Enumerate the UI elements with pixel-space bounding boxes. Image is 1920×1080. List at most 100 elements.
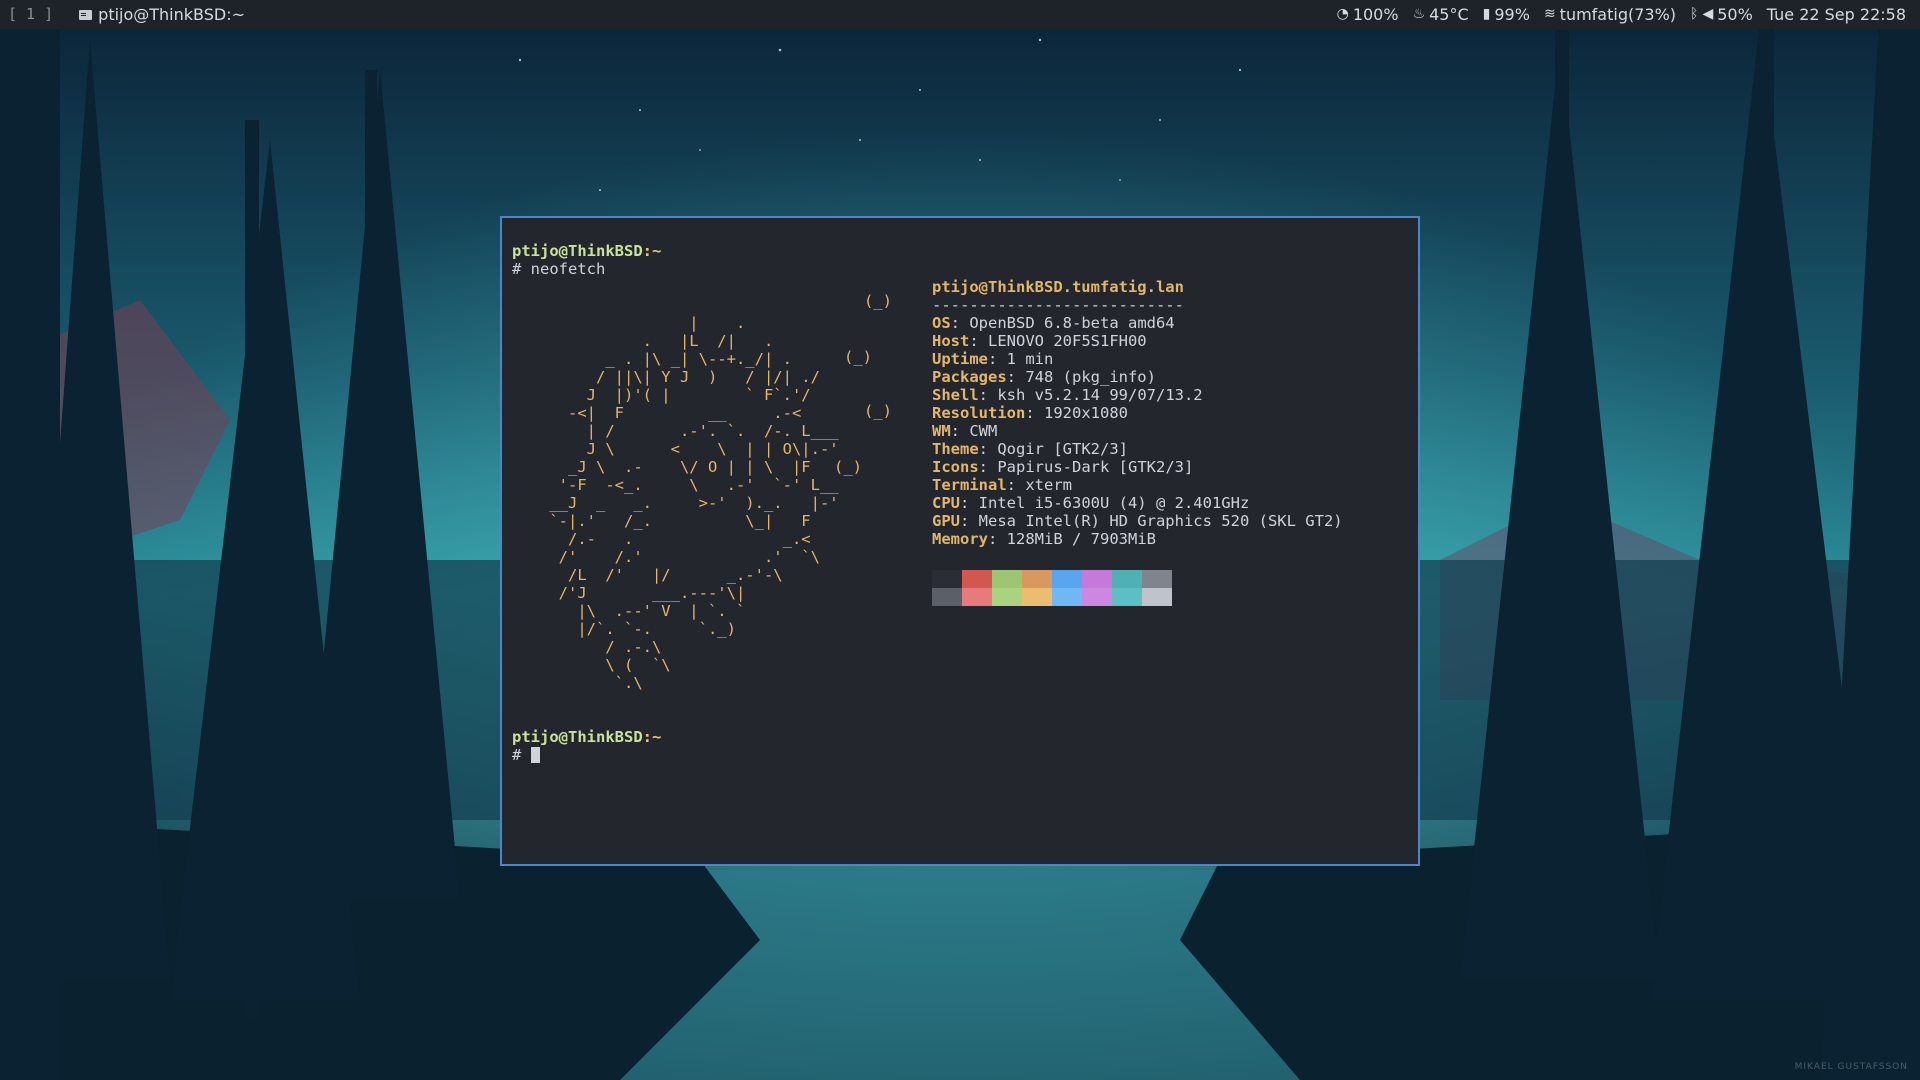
- active-window-title[interactable]: ptijo@ThinkBSD:~: [98, 0, 245, 29]
- info-key: Shell: [932, 386, 979, 404]
- info-title: ptijo@ThinkBSD.tumfatig.lan: [932, 278, 1184, 296]
- info-value: CWM: [969, 422, 998, 440]
- info-colon: :: [1006, 368, 1026, 386]
- logo-line: |/`. `-. `._): [512, 620, 736, 638]
- command-line-1: # neofetch: [512, 260, 606, 278]
- palette-swatch: [1052, 570, 1082, 588]
- info-colon: :: [960, 494, 979, 512]
- logo-line: . |L /| .: [512, 332, 774, 350]
- info-row: OS: OpenBSD 6.8-beta amd64: [932, 314, 1175, 332]
- logo-bubble: (_): [864, 402, 892, 420]
- info-colon: :: [950, 422, 970, 440]
- info-value: ksh v5.2.14 99/07/13.2: [997, 386, 1203, 404]
- palette-swatch: [1142, 588, 1172, 606]
- logo-line: `.\: [512, 674, 643, 692]
- info-row: Host: LENOVO 20F5S1FH00: [932, 332, 1147, 350]
- logo-line: | / .-'. `. /-. L___: [512, 422, 839, 440]
- info-row: WM: CWM: [932, 422, 997, 440]
- prompt-user-host: ptijo@ThinkBSD: [512, 242, 643, 260]
- palette-swatch: [1112, 570, 1142, 588]
- info-key: Theme: [932, 440, 979, 458]
- logo-bubble: (_): [834, 458, 862, 476]
- logo-line: /.- . _.<: [512, 530, 811, 548]
- info-key: CPU: [932, 494, 960, 512]
- window-icon: [79, 9, 93, 20]
- palette-row-bright: [932, 588, 1172, 606]
- palette-swatch: [962, 588, 992, 606]
- logo-line: /' /.' .' `\: [512, 548, 820, 566]
- info-value: 748 (pkg_info): [1025, 368, 1156, 386]
- wifi-icon: ≋: [1543, 6, 1556, 22]
- cpu-status: ◔ 100%: [1337, 0, 1399, 29]
- info-key: Resolution: [932, 404, 1026, 422]
- wifi-value: tumfatig(73%): [1559, 5, 1677, 24]
- cpu-gauge-icon: ◔: [1336, 6, 1349, 22]
- palette-swatch: [1022, 570, 1052, 588]
- prompt-hash: #: [512, 746, 531, 764]
- info-colon: :: [950, 314, 970, 332]
- workspace-indicator[interactable]: [ 1 ]: [8, 0, 53, 29]
- logo-line: /'J ___.---'\|: [512, 584, 746, 602]
- info-colon: :: [978, 440, 998, 458]
- palette-swatch: [932, 588, 962, 606]
- info-key: Memory: [932, 530, 988, 548]
- prompt-line-2: ptijo@ThinkBSD:~: [512, 728, 661, 746]
- info-key: Terminal: [932, 476, 1007, 494]
- info-value: Papirus-Dark [GTK2/3]: [997, 458, 1194, 476]
- logo-bubble: (_): [864, 292, 892, 310]
- palette-swatch: [1082, 588, 1112, 606]
- logo-line: /L /' |/ _.-'-\: [512, 566, 783, 584]
- info-colon: :: [978, 386, 998, 404]
- info-value: Mesa Intel(R) HD Graphics 520 (SKL GT2): [978, 512, 1343, 530]
- palette-swatch: [1142, 570, 1172, 588]
- info-key: Icons: [932, 458, 979, 476]
- logo-line: J |)'( | ` F`.'/: [512, 386, 811, 404]
- logo-line: __J _ _. >-' )._. |-': [512, 494, 839, 512]
- terminal-window[interactable]: ptijo@ThinkBSD:~ # neofetch | . . |L /| …: [500, 216, 1420, 866]
- info-key: OS: [932, 314, 951, 332]
- palette-swatch: [1112, 588, 1142, 606]
- info-value: 128MiB / 7903MiB: [1006, 530, 1156, 548]
- logo-bubble: (_): [844, 348, 872, 366]
- palette-swatch: [1052, 588, 1082, 606]
- info-value: xterm: [1025, 476, 1072, 494]
- logo-line: _ . |\ _| \--+._/| .: [512, 350, 792, 368]
- logo-line: / .-.\: [512, 638, 662, 656]
- info-key: Uptime: [932, 350, 988, 368]
- info-key: GPU: [932, 512, 960, 530]
- logo-line: -<| F __ .-<: [512, 404, 802, 422]
- info-row: Packages: 748 (pkg_info): [932, 368, 1156, 386]
- palette-swatch: [932, 570, 962, 588]
- logo-line: '-F -<_. \ .-' `-' L__: [512, 476, 839, 494]
- info-value: 1920x1080: [1044, 404, 1128, 422]
- prompt-path: :~: [642, 728, 662, 746]
- flame-icon: ♨: [1412, 6, 1426, 22]
- command-line-2[interactable]: #: [512, 746, 540, 764]
- logo-line: _J \ .- \/ O | | \ |F: [512, 458, 811, 476]
- wallpaper-credit: MIKAEL GUSTAFSSON: [1794, 1062, 1908, 1072]
- info-key: Packages: [932, 368, 1007, 386]
- info-colon: :: [988, 350, 1007, 368]
- info-colon: :: [988, 530, 1007, 548]
- status-bar: [ 1 ] ptijo@ThinkBSD:~ ◔ 100% ♨ 45°C ▮ 9…: [0, 0, 1920, 29]
- prompt-user-host: ptijo@ThinkBSD: [512, 728, 643, 746]
- info-colon: :: [1025, 404, 1044, 422]
- logo-line: / ||\| Y J ) / |/| ./: [512, 368, 820, 386]
- info-value: Qogir [GTK2/3]: [997, 440, 1128, 458]
- datetime-value: Tue 22 Sep 22:58: [1766, 5, 1906, 24]
- info-row: Theme: Qogir [GTK2/3]: [932, 440, 1128, 458]
- info-row: CPU: Intel i5-6300U (4) @ 2.401GHz: [932, 494, 1249, 512]
- info-key: WM: [932, 422, 951, 440]
- color-palette: [932, 570, 1172, 606]
- info-title-text: ptijo@ThinkBSD.tumfatig.lan: [932, 278, 1184, 296]
- volume-icon: ◀: [1702, 6, 1714, 22]
- info-row: Terminal: xterm: [932, 476, 1072, 494]
- prompt-line-1: ptijo@ThinkBSD:~: [512, 242, 661, 260]
- info-value: OpenBSD 6.8-beta amd64: [969, 314, 1175, 332]
- cpu-value: 100%: [1352, 5, 1399, 24]
- palette-swatch: [962, 570, 992, 588]
- logo-line: | .: [512, 314, 746, 332]
- temperature-value: 45°C: [1429, 5, 1469, 24]
- battery-value: 99%: [1494, 5, 1530, 24]
- battery-status: ▮ 99%: [1483, 0, 1530, 29]
